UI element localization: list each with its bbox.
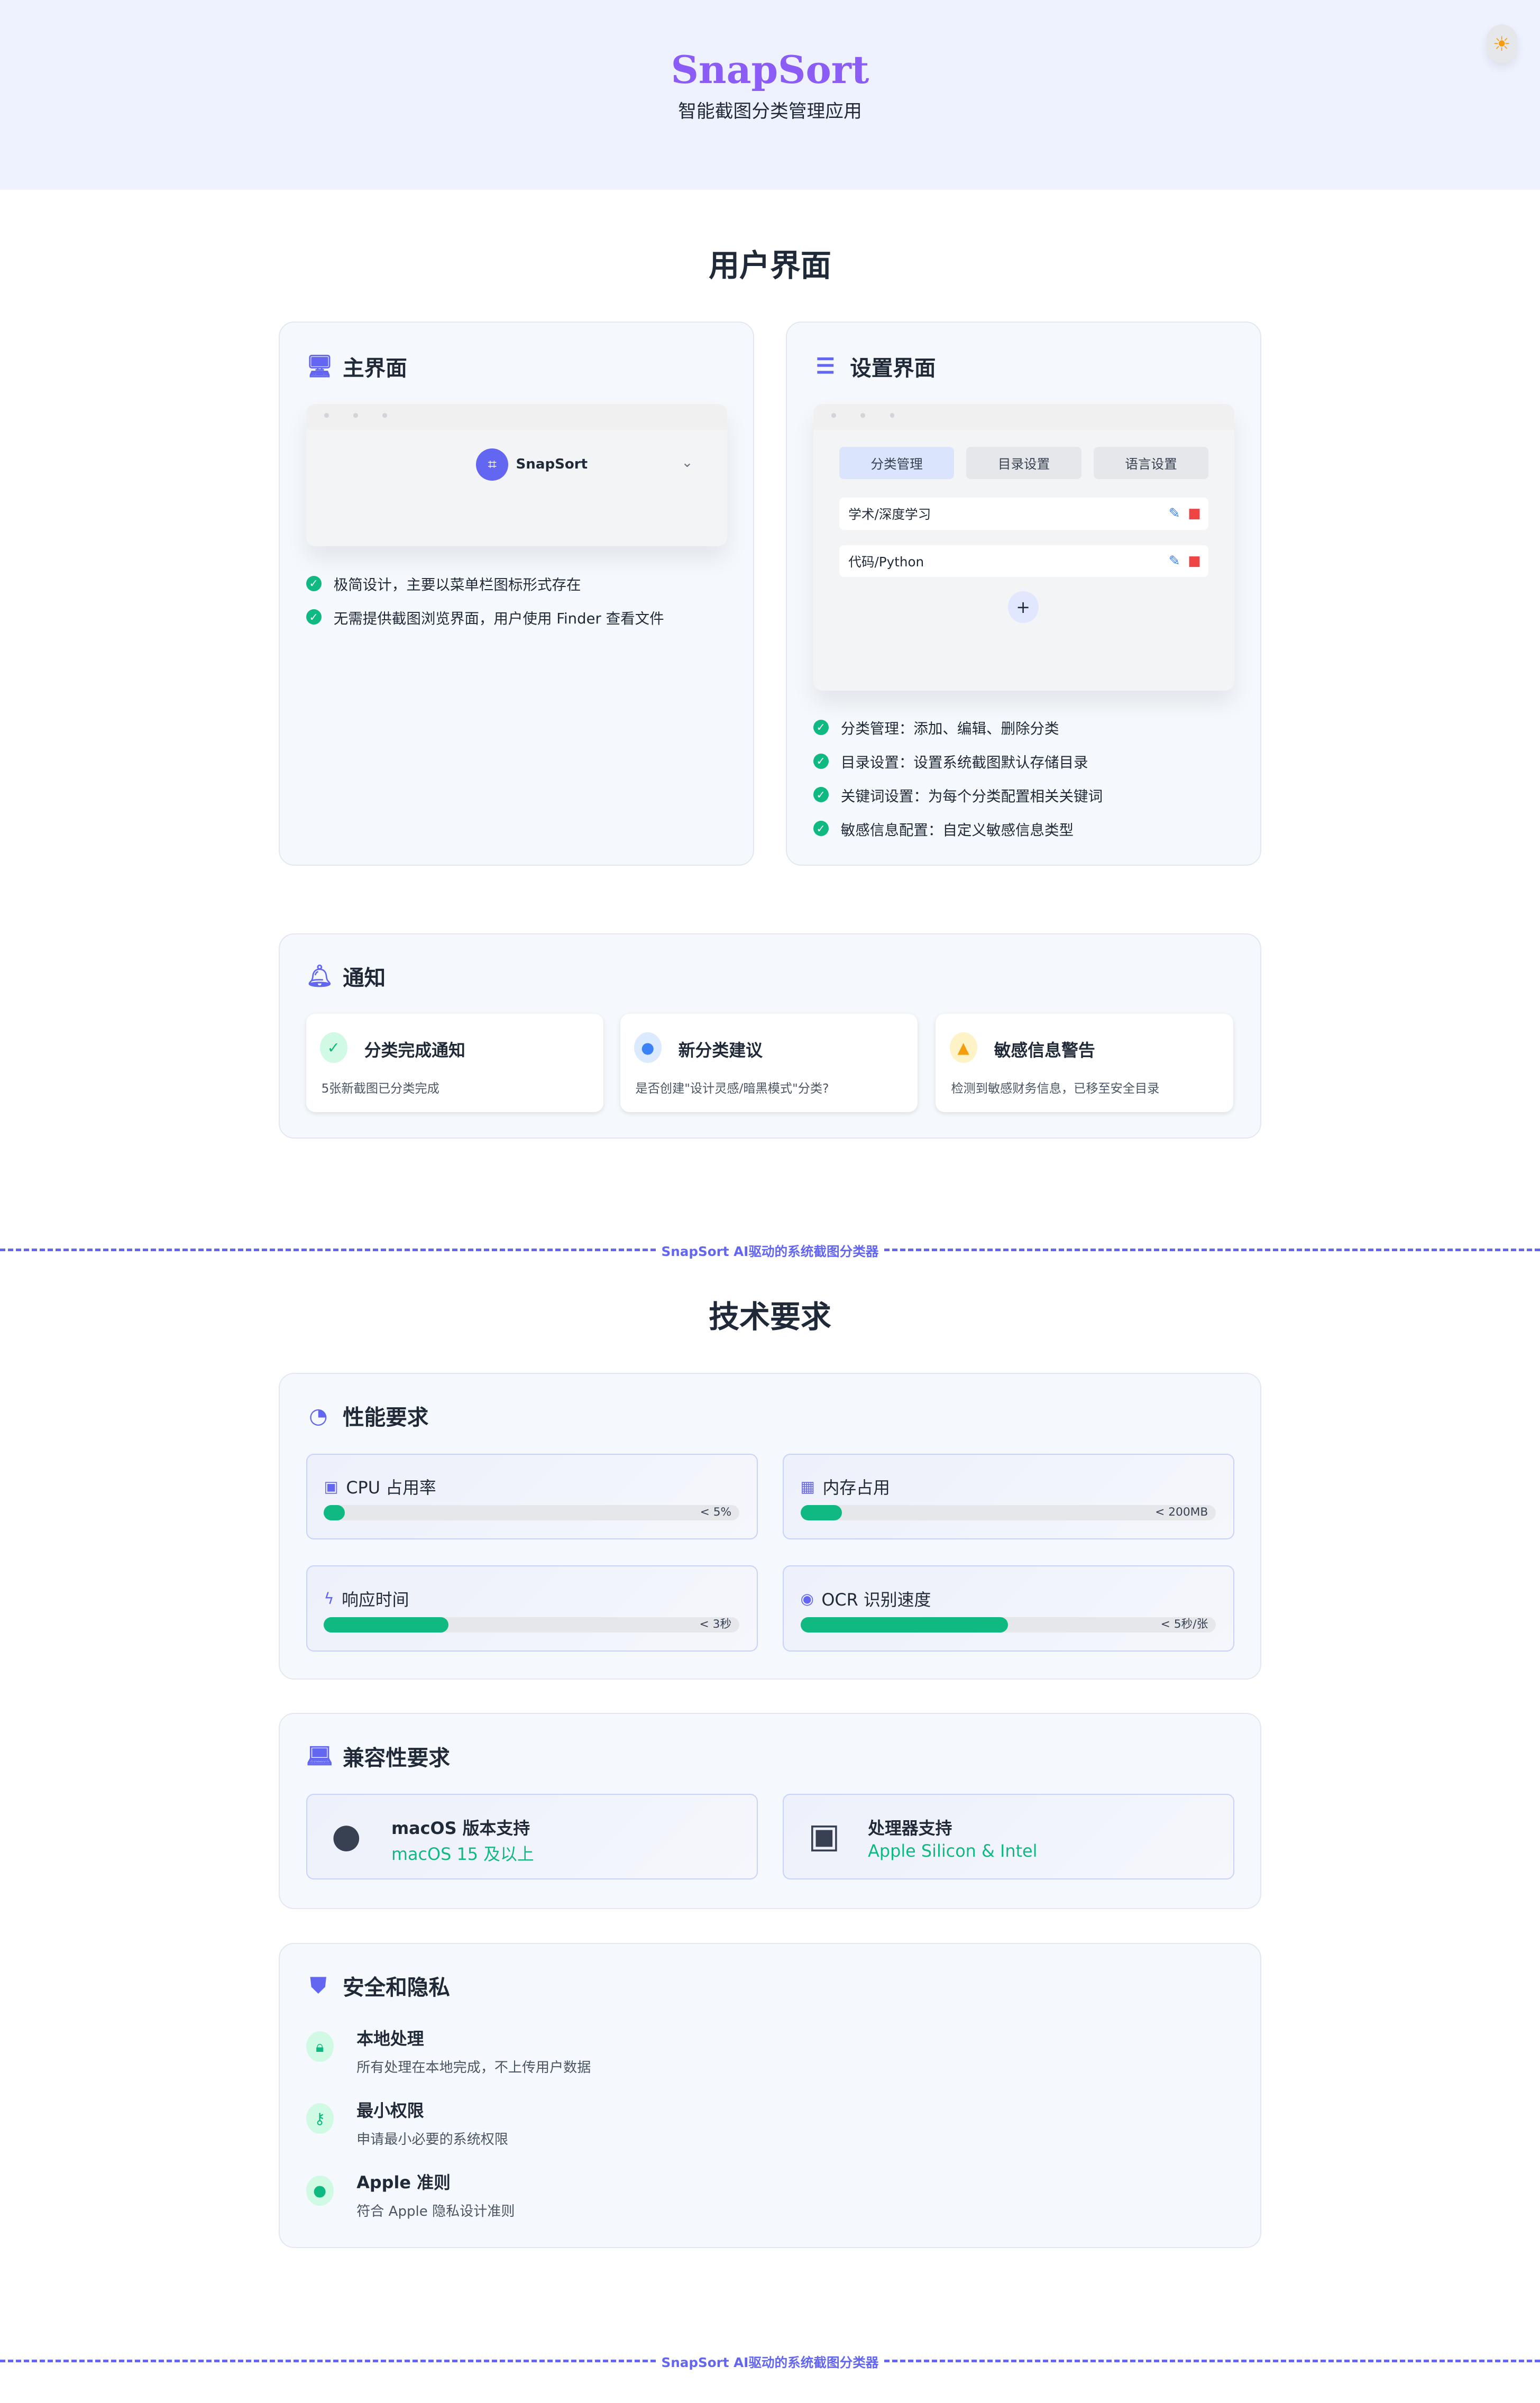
laptop-icon: 💻︎ (306, 1743, 334, 1769)
security-card: ⛊ 安全和隐私 🔒︎ 本地处理 所有处理在本地完成，不上传用户数据 ⚷ 最小权限 … (279, 1943, 1261, 2248)
app-title: SnapSort (671, 47, 869, 93)
sun-icon: ☀ (1492, 32, 1511, 56)
trash-icon[interactable]: ■ (1188, 506, 1201, 521)
category-row: 学术/深度学习 ✎ ■ (839, 497, 1209, 530)
apple-icon: ● (331, 1816, 361, 1856)
bullet-item: ✓ 目录设置：设置系统截图默认存储目录 (813, 744, 1103, 778)
apple-icon: ● (306, 2175, 334, 2206)
bullet-item: ✓ 关键词设置：为每个分类配置相关关键词 (813, 778, 1103, 812)
notification-classification-complete: ✓ 分类完成通知 5张新截图已分类完成 (306, 1014, 603, 1112)
settings-interface-card: ☰ 设置界面 分类管理 目录设置 语言设置 学术/深度学习 ✎ ■ 代码/Python… (786, 322, 1261, 866)
sliders-icon: ☰ (815, 353, 836, 379)
progress-bar: < 200MB (800, 1505, 1216, 1521)
theme-toggle-button[interactable]: ☀ (1486, 24, 1517, 63)
page-header: SnapSort 智能截图分类管理应用 ☀ (0, 0, 1540, 190)
check-circle-icon: ✓ (813, 753, 829, 769)
trash-icon[interactable]: ■ (1188, 553, 1201, 569)
edit-pencil-icon[interactable]: ✎ (1169, 553, 1180, 569)
notifications-card: 🔔︎ 通知 ✓ 分类完成通知 5张新截图已分类完成 ● 新分类建议 是否创建"设计… (279, 933, 1261, 1139)
progress-fill (800, 1617, 1009, 1632)
bullet-item: ✓ 敏感信息配置：自定义敏感信息类型 (813, 812, 1103, 846)
section-divider: SnapSort AI驱动的系统截图分类器 (0, 1241, 1540, 1260)
check-circle-icon: ✓ (306, 609, 322, 625)
menubar-app-name: SnapSort (516, 456, 588, 473)
perf-cpu: ▣ CPU 占用率 < 5% (306, 1453, 758, 1540)
performance-card: ◔ 性能要求 ▣ CPU 占用率 < 5% ▦ 内存占用 < 200MB ϟ 响应时间 … (279, 1373, 1261, 1680)
check-circle-icon: ✓ (813, 787, 829, 803)
check-circle-icon: ✓ (306, 575, 322, 591)
progress-bar: < 5% (324, 1505, 739, 1521)
card-title: 安全和隐私 (343, 1975, 450, 2001)
card-title: 性能要求 (343, 1405, 429, 1430)
progress-fill (324, 1505, 345, 1521)
key-icon: ⚷ (306, 2103, 334, 2134)
lightbulb-icon: ● (634, 1032, 662, 1063)
perf-ocr-speed: ◉ OCR 识别速度 < 5秒/张 (782, 1565, 1235, 1652)
card-title: 主界面 (343, 355, 407, 381)
settings-mockup: 分类管理 目录设置 语言设置 学术/深度学习 ✎ ■ 代码/Python ✎ ■ + (813, 404, 1235, 691)
memory-icon: ▦ (800, 1478, 815, 1496)
section-heading-ui: 用户界面 (709, 247, 831, 283)
progress-fill (324, 1617, 449, 1632)
chevron-down-icon[interactable]: ⌄ (681, 455, 693, 471)
add-category-button[interactable]: + (1007, 591, 1039, 623)
menubar-app-button[interactable]: ⌗ SnapSort (476, 448, 588, 481)
compat-macos: ● macOS 版本支持 macOS 15 及以上 (306, 1794, 758, 1880)
notification-new-category-suggestion: ● 新分类建议 是否创建"设计灵感/暗黑模式"分类? (620, 1014, 918, 1112)
check-icon: ✓ (319, 1032, 347, 1063)
notification-sensitive-warning: ▲ 敏感信息警告 检测到敏感财务信息，已移至安全目录 (936, 1014, 1233, 1112)
tab-category-management[interactable]: 分类管理 (839, 447, 955, 479)
card-title: 通知 (343, 965, 386, 990)
bullet-item: ✓ 极简设计，主要以菜单栏图标形式存在 (306, 566, 664, 600)
check-circle-icon: ✓ (813, 821, 829, 837)
shield-icon: ⛊ (310, 1973, 326, 1998)
monitor-icon: 🖥︎ (306, 353, 334, 379)
tab-directory-settings[interactable]: 目录设置 (966, 447, 1081, 479)
settings-bullets: ✓ 分类管理：添加、编辑、删除分类 ✓ 目录设置：设置系统截图默认存储目录 ✓ 关键词… (813, 711, 1103, 846)
progress-fill (800, 1505, 842, 1521)
footer-divider: SnapSort AI驱动的系统截图分类器 (0, 2352, 1540, 2371)
crop-icon: ⌗ (476, 448, 509, 481)
eye-icon: ◉ (800, 1590, 814, 1608)
chip-icon: ▣ (324, 1478, 338, 1496)
lock-icon: 🔒︎ (306, 2031, 334, 2062)
bolt-icon: ϟ (324, 1590, 334, 1608)
chip-icon: ▣ (808, 1816, 840, 1856)
progress-bar: < 3秒 (324, 1617, 739, 1632)
card-title: 设置界面 (850, 355, 936, 381)
progress-bar: < 5秒/张 (800, 1617, 1216, 1632)
bullet-item: ✓ 分类管理：添加、编辑、删除分类 (813, 711, 1103, 745)
bell-icon: 🔔︎ (306, 963, 334, 989)
menubar-mockup: ⌗ SnapSort ⌄ (306, 404, 728, 547)
edit-pencil-icon[interactable]: ✎ (1169, 506, 1180, 521)
perf-response-time: ϟ 响应时间 < 3秒 (306, 1565, 758, 1652)
bullet-item: ✓ 无需提供截图浏览界面，用户使用 Finder 查看文件 (306, 600, 664, 634)
perf-memory: ▦ 内存占用 < 200MB (782, 1453, 1235, 1540)
check-circle-icon: ✓ (813, 719, 829, 735)
tab-language-settings[interactable]: 语言设置 (1093, 447, 1209, 479)
compatibility-card: 💻︎ 兼容性要求 ● macOS 版本支持 macOS 15 及以上 ▣ 处理器支… (279, 1713, 1261, 1910)
card-title: 兼容性要求 (343, 1745, 450, 1771)
main-bullets: ✓ 极简设计，主要以菜单栏图标形式存在 ✓ 无需提供截图浏览界面，用户使用 Find… (306, 566, 664, 634)
warning-icon: ▲ (949, 1032, 977, 1063)
category-row: 代码/Python ✎ ■ (839, 545, 1209, 577)
gauge-icon: ◔ (309, 1402, 328, 1428)
compat-processor: ▣ 处理器支持 Apple Silicon & Intel (782, 1794, 1235, 1880)
app-subtitle: 智能截图分类管理应用 (678, 100, 862, 122)
main-interface-card: 🖥︎ 主界面 ⌗ SnapSort ⌄ ✓ 极简设计，主要以菜单栏图标形式存在 ✓ 无… (279, 322, 754, 866)
section-heading-tech: 技术要求 (709, 1298, 831, 1335)
